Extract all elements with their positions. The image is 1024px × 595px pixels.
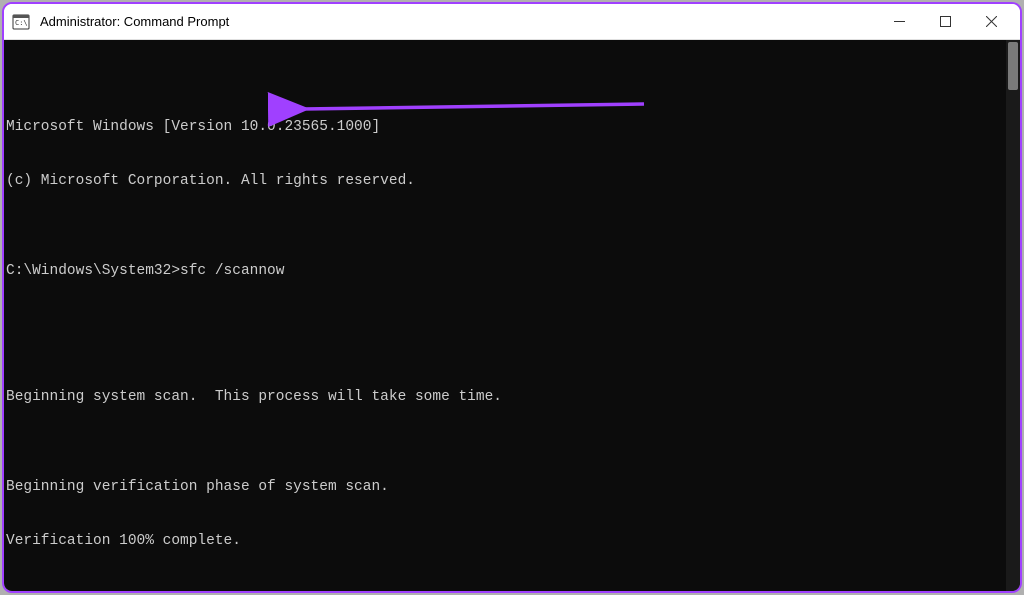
terminal-command: sfc /scannow [180, 263, 284, 279]
window-controls [876, 6, 1014, 38]
terminal-line: Microsoft Windows [Version 10.0.23565.10… [6, 118, 1018, 136]
titlebar[interactable]: C:\ Administrator: Command Prompt [4, 4, 1020, 40]
terminal-line: (c) Microsoft Corporation. All rights re… [6, 172, 1018, 190]
minimize-button[interactable] [876, 6, 922, 38]
cmd-icon: C:\ [12, 13, 30, 31]
terminal-content: Microsoft Windows [Version 10.0.23565.10… [6, 82, 1018, 591]
terminal-output[interactable]: Microsoft Windows [Version 10.0.23565.10… [4, 40, 1020, 591]
terminal-line: Beginning verification phase of system s… [6, 478, 1018, 496]
terminal-line: Beginning system scan. This process will… [6, 388, 1018, 406]
window-frame: C:\ Administrator: Command Prompt Micros… [2, 2, 1022, 593]
terminal-prompt: C:\Windows\System32> [6, 263, 180, 279]
window-title: Administrator: Command Prompt [40, 14, 876, 29]
maximize-button[interactable] [922, 6, 968, 38]
terminal-command-line: C:\Windows\System32>sfc /scannow [6, 262, 1018, 280]
terminal-line: Verification 100% complete. [6, 532, 1018, 550]
scrollbar-thumb[interactable] [1008, 42, 1018, 90]
svg-text:C:\: C:\ [15, 19, 28, 27]
close-button[interactable] [968, 6, 1014, 38]
scrollbar-track[interactable] [1006, 40, 1020, 591]
